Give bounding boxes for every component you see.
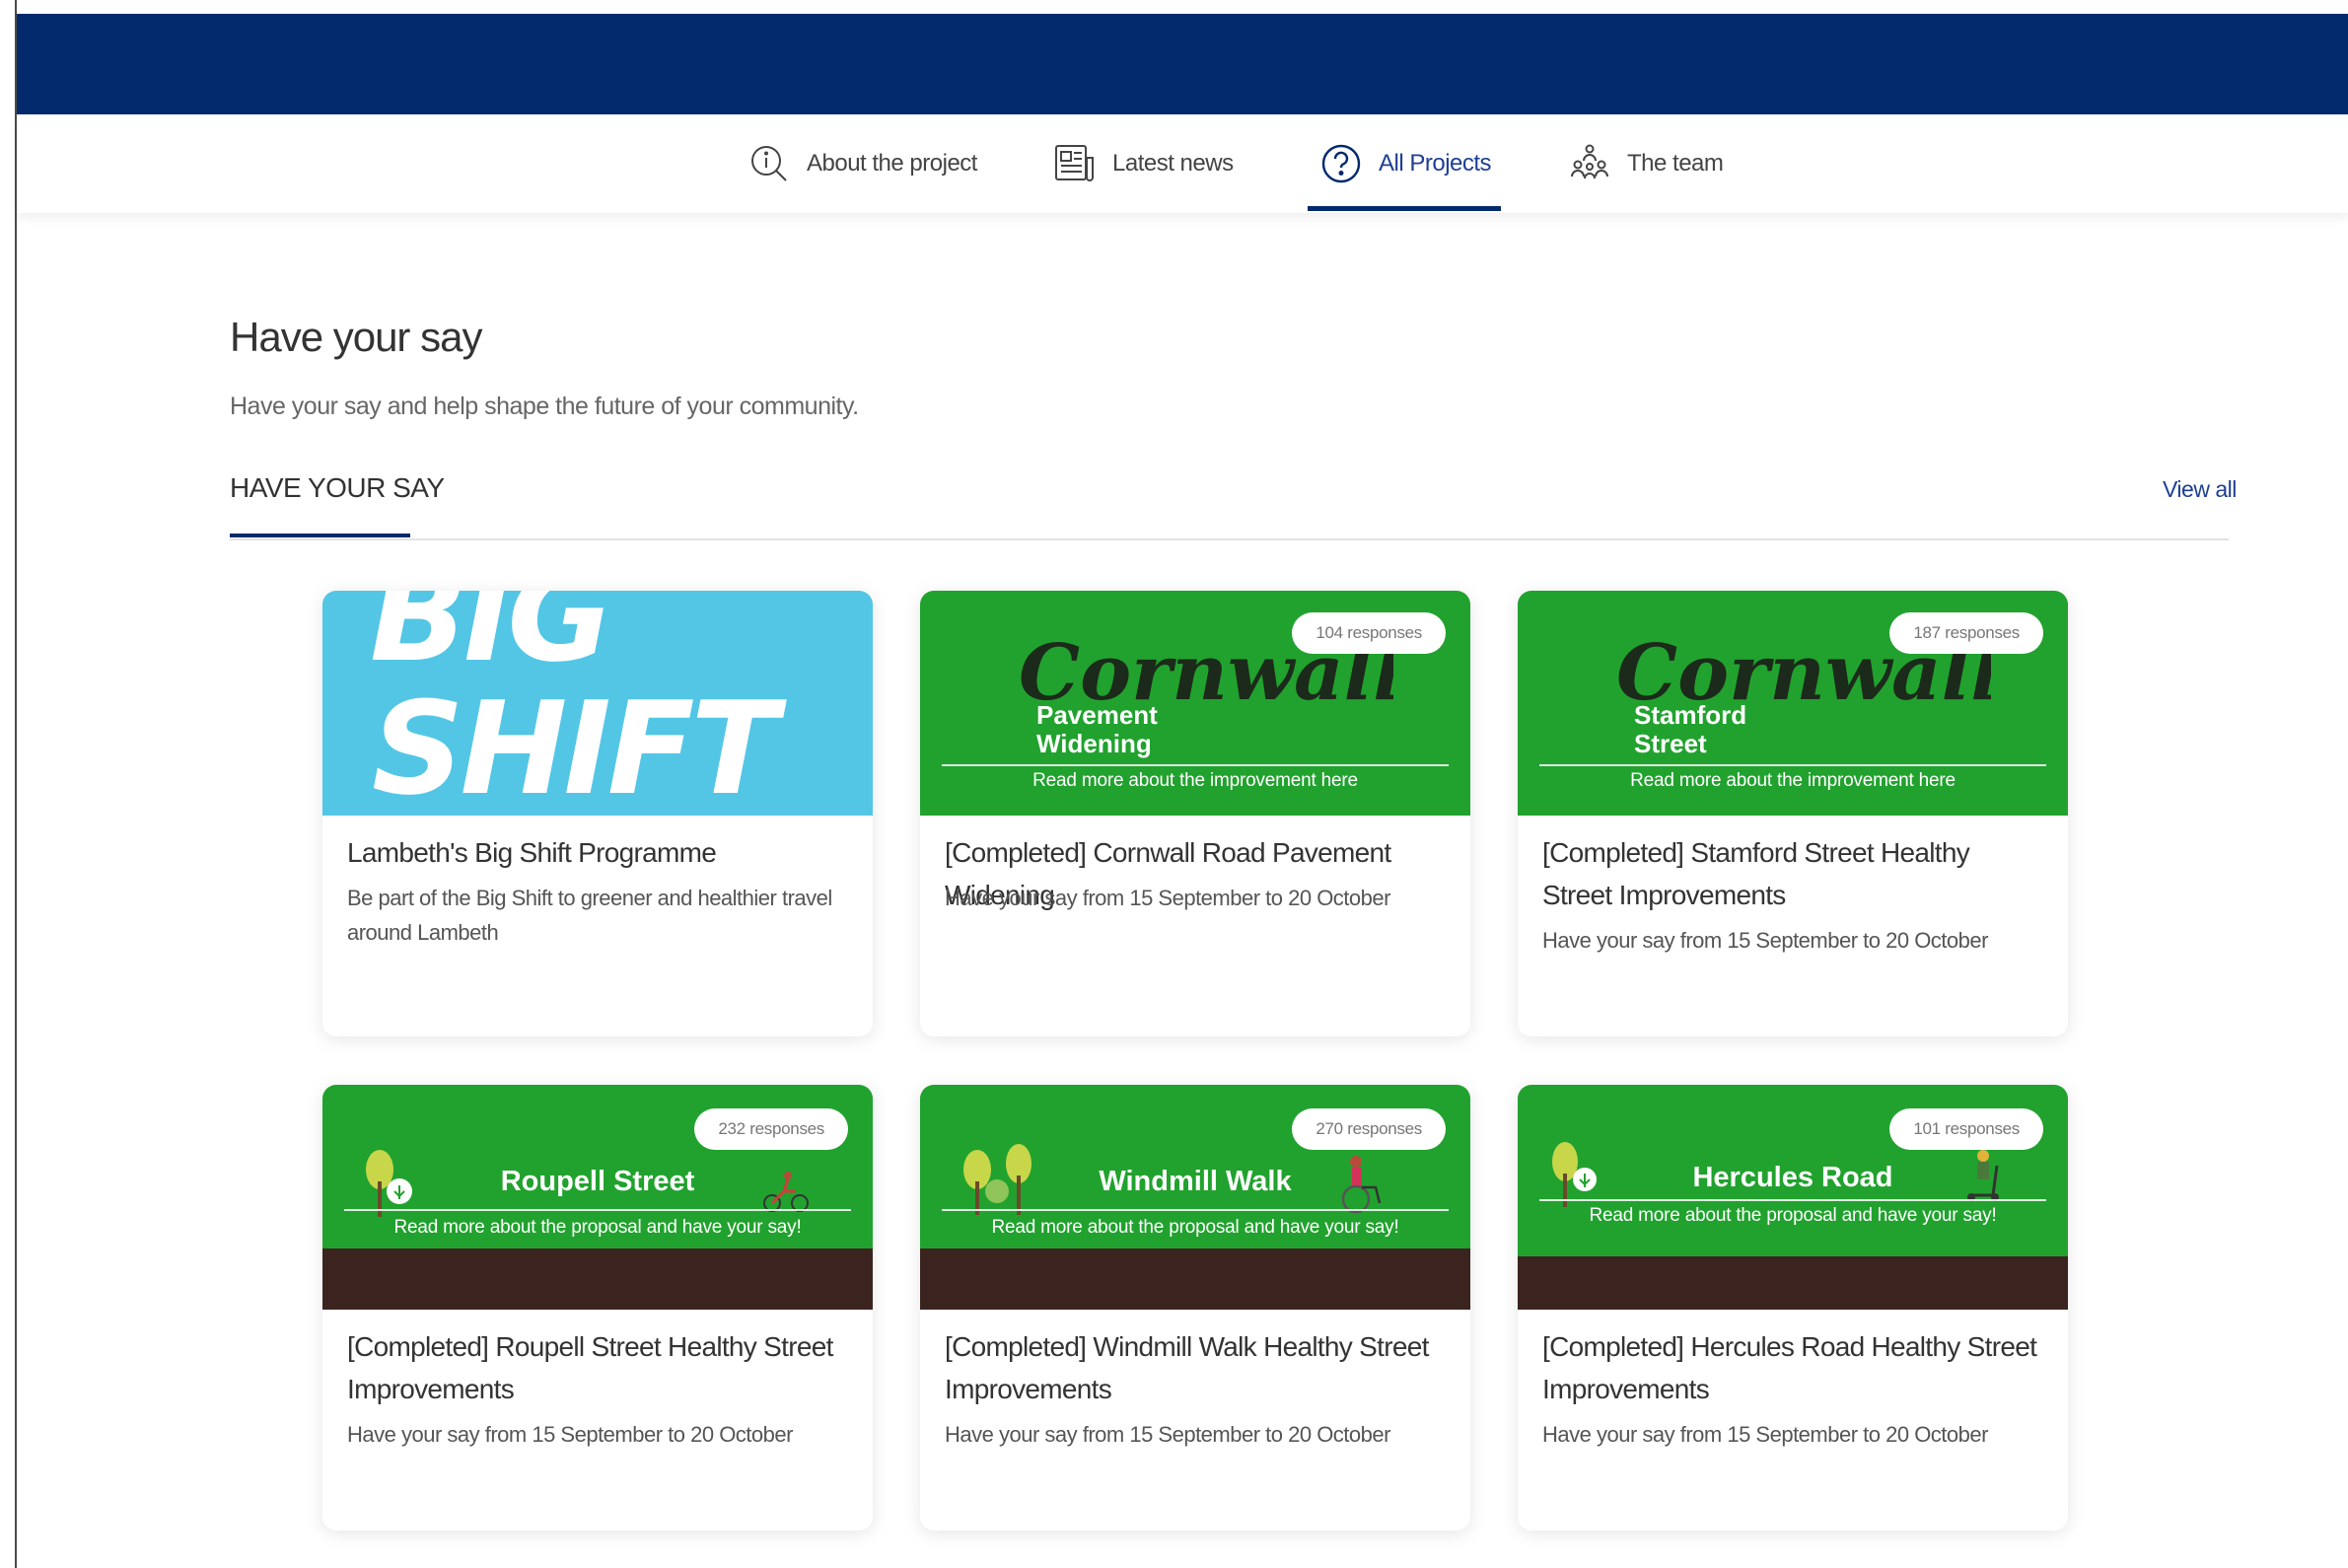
nav-the-team[interactable]: The team xyxy=(1568,114,1724,213)
card-title[interactable]: [Completed] Windmill Walk Healthy Street… xyxy=(945,1325,1443,1410)
card-description: Be part of the Big Shift to greener and … xyxy=(347,886,832,945)
project-card-windmill-walk[interactable]: Windmill Walk Read more about the propos… xyxy=(920,1085,1470,1531)
nav-all-projects[interactable]: All Projects xyxy=(1307,114,1502,213)
card-description: Have your say from 15 September to 20 Oc… xyxy=(1542,928,1988,953)
nav-about-project[interactable]: About the project xyxy=(747,114,977,213)
page-left-border xyxy=(15,0,17,1568)
card-description: Have your say from 15 September to 20 Oc… xyxy=(945,886,1390,910)
project-card-cornwall-road[interactable]: Cornwall Road Pavement Widening Read mor… xyxy=(920,591,1470,1036)
nav-latest-news[interactable]: Latest news xyxy=(1053,114,1234,213)
banner-soil-strip xyxy=(920,1248,1470,1310)
banner-divider xyxy=(942,1209,1449,1211)
project-card-stamford-street[interactable]: Cornwall Road Stamford Street Read more … xyxy=(1518,591,2068,1036)
card-banner-image: Hercules Road Read more about the propos… xyxy=(1518,1085,2068,1310)
banner-read-more: Read more about the proposal and have yo… xyxy=(1589,1205,1997,1226)
project-card-hercules-road[interactable]: Hercules Road Read more about the propos… xyxy=(1518,1085,2068,1531)
card-description: Have your say from 15 September to 20 Oc… xyxy=(1542,1422,1988,1447)
banner-subtitle: Pavement Widening xyxy=(1036,700,1158,758)
banner-soil-strip xyxy=(1518,1256,2068,1310)
banner-soil-strip xyxy=(322,1248,873,1310)
banner-divider xyxy=(344,1209,851,1211)
responses-badge: 232 responses xyxy=(694,1108,848,1150)
banner-read-more: Read more about the improvement here xyxy=(1032,770,1358,791)
responses-badge: 104 responses xyxy=(1292,612,1446,654)
card-description: Have your say from 15 September to 20 Oc… xyxy=(347,1422,793,1447)
card-banner-image: Cornwall Road Pavement Widening Read mor… xyxy=(920,591,1470,816)
nav-the-team-label: The team xyxy=(1627,150,1724,177)
banner-read-more: Read more about the proposal and have yo… xyxy=(991,1217,1399,1238)
card-banner-image: BIG SHIFT xyxy=(322,591,873,816)
banner-divider xyxy=(1539,764,2046,766)
nav-all-projects-label: All Projects xyxy=(1379,150,1492,177)
page-title: Have your say xyxy=(230,314,482,360)
child-scooter-icon xyxy=(1967,1150,1999,1201)
info-search-icon xyxy=(747,142,791,185)
tab-divider xyxy=(230,538,2229,540)
card-title[interactable]: [Completed] Roupell Street Healthy Stree… xyxy=(347,1325,845,1410)
active-tab-indicator xyxy=(230,534,410,537)
responses-badge: 270 responses xyxy=(1292,1108,1446,1150)
top-header-bar xyxy=(17,14,2348,114)
banner-read-more: Read more about the proposal and have yo… xyxy=(393,1217,802,1238)
page-subtitle: Have your say and help shape the future … xyxy=(230,392,859,420)
card-title[interactable]: [Completed] Stamford Street Healthy Stre… xyxy=(1542,831,2040,916)
banner-street-name: Windmill Walk xyxy=(1099,1166,1292,1197)
card-banner-image: Roupell Street Read more about the propo… xyxy=(322,1085,873,1310)
banner-word-shift: SHIFT xyxy=(372,674,778,816)
newspaper-icon xyxy=(1053,142,1097,185)
project-card-roupell-street[interactable]: Roupell Street Read more about the propo… xyxy=(322,1085,873,1531)
nav-latest-news-label: Latest news xyxy=(1112,150,1234,177)
banner-word-big: BIG xyxy=(370,591,612,690)
view-all-link[interactable]: View all xyxy=(2163,476,2237,503)
tab-have-your-say[interactable]: HAVE YOUR SAY xyxy=(230,472,445,504)
project-card-big-shift[interactable]: BIG SHIFT Lambeth's Big Shift Programme … xyxy=(322,591,873,1036)
banner-read-more: Read more about the improvement here xyxy=(1630,770,1956,791)
team-icon xyxy=(1568,142,1611,185)
card-description: Have your say from 15 September to 20 Oc… xyxy=(945,1422,1390,1447)
responses-badge: 187 responses xyxy=(1889,612,2043,654)
card-title[interactable]: [Completed] Hercules Road Healthy Street… xyxy=(1542,1325,2040,1410)
wheelchair-user-icon xyxy=(1341,1156,1382,1214)
question-circle-icon xyxy=(1319,142,1363,185)
responses-badge: 101 responses xyxy=(1889,1108,2043,1150)
nav-about-project-label: About the project xyxy=(807,150,977,177)
project-nav: About the project Latest news All Projec… xyxy=(17,114,2348,213)
cyclist-icon xyxy=(763,1172,809,1212)
card-title[interactable]: Lambeth's Big Shift Programme xyxy=(347,831,845,874)
banner-subtitle: Stamford Street xyxy=(1634,700,1747,758)
card-banner-image: Cornwall Road Stamford Street Read more … xyxy=(1518,591,2068,816)
card-banner-image: Windmill Walk Read more about the propos… xyxy=(920,1085,1470,1310)
banner-divider xyxy=(942,764,1449,766)
banner-divider xyxy=(1539,1199,2046,1201)
